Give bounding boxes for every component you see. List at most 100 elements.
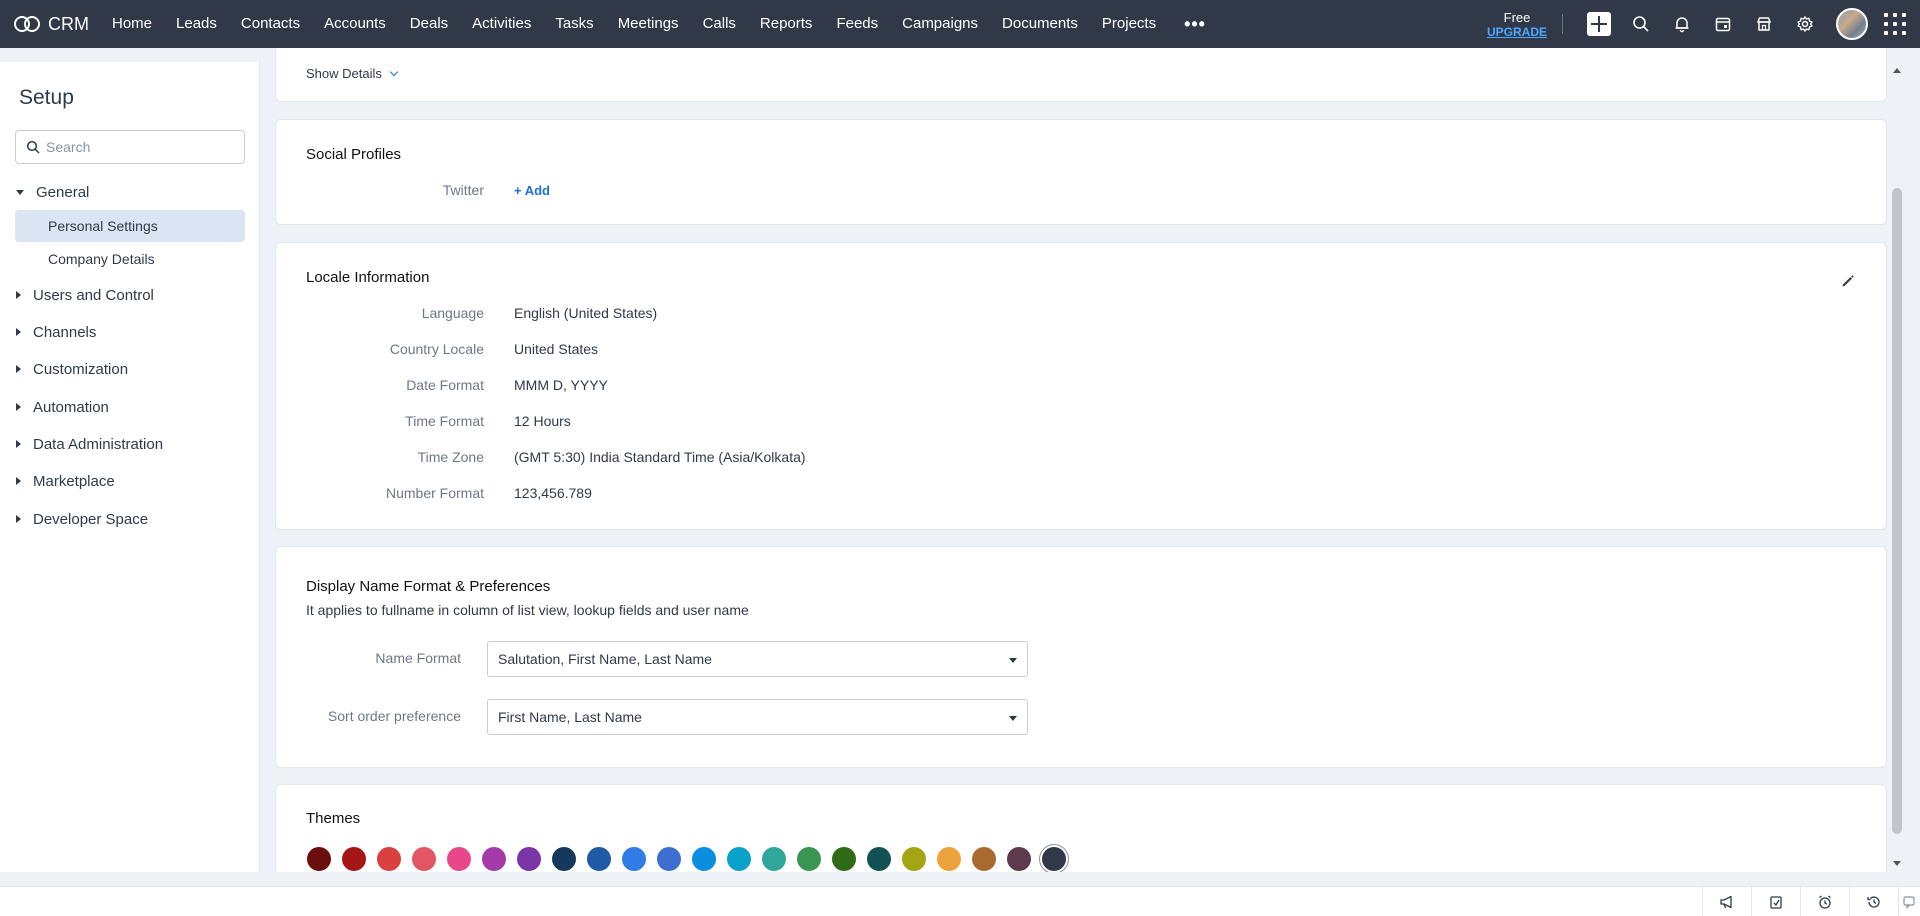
theme-swatch[interactable] [832,847,856,871]
theme-swatch[interactable] [587,847,611,871]
content-scrollbar[interactable] [1890,62,1904,872]
theme-swatch[interactable] [517,847,541,871]
chat-icon[interactable] [1898,887,1920,916]
time-format-value: 12 Hours [514,413,571,429]
theme-swatch[interactable] [1042,847,1066,871]
plan-label: Free [1503,9,1531,25]
setup-search[interactable] [15,130,245,164]
crm-logo-icon [14,16,40,32]
bottom-toolbar [0,886,1920,916]
app-name: CRM [48,13,89,34]
scroll-down-arrow-icon[interactable] [1893,861,1901,866]
nav-projects[interactable]: Projects [1090,0,1168,48]
sidebar-section-marketplace[interactable]: Marketplace [0,466,260,496]
nav-activities[interactable]: Activities [460,0,543,48]
name-format-select[interactable]: Salutation, First Name, Last Name [487,641,1028,677]
theme-swatch[interactable] [657,847,681,871]
show-details-toggle[interactable]: Show Details [306,66,399,81]
theme-swatch[interactable] [622,847,646,871]
theme-swatch[interactable] [867,847,891,871]
number-format-label: Number Format [385,485,484,501]
name-format-value: Salutation, First Name, Last Name [498,651,712,667]
sidebar-section-customization[interactable]: Customization [0,354,260,384]
app-switcher-icon[interactable] [1884,13,1906,35]
search-icon[interactable] [1631,14,1651,34]
sidebar-section-label: Data Administration [33,435,164,453]
create-new-icon[interactable] [1587,12,1611,36]
caret-right-icon [16,328,21,336]
sidebar-section-label: Automation [33,398,109,416]
notification-bell-icon[interactable] [1672,14,1692,34]
recent-items-icon[interactable] [1751,887,1800,916]
sort-order-label: Sort order preference [327,708,461,724]
sidebar-section-general[interactable]: General [0,177,260,207]
twitter-label: Twitter [442,182,484,198]
announcement-megaphone-icon[interactable] [1702,887,1751,916]
sidebar-section-data-administration[interactable]: Data Administration [0,429,260,459]
crm-logo[interactable]: CRM [0,0,100,48]
theme-swatch[interactable] [1007,847,1031,871]
theme-swatch[interactable] [447,847,471,871]
nav-accounts[interactable]: Accounts [312,0,398,48]
sidebar-section-channels[interactable]: Channels [0,317,260,347]
theme-swatch[interactable] [902,847,926,871]
sidebar-section-label: Users and Control [33,286,154,304]
upgrade-link[interactable]: UPGRADE [1482,25,1552,39]
caret-down-icon [16,189,24,195]
display-name-format-title: Display Name Format & Preferences [306,578,551,595]
name-format-label: Name Format [375,650,461,666]
sidebar-section-label: Developer Space [33,510,149,528]
more-modules-icon[interactable]: ••• [1168,0,1222,48]
gear-icon[interactable] [1795,14,1815,34]
sidebar-item-personal-settings[interactable]: Personal Settings [15,210,245,242]
sidebar-section-label: General [36,183,90,201]
sidebar-section-developer-space[interactable]: Developer Space [0,504,260,534]
sidebar-section-automation[interactable]: Automation [0,392,260,422]
scrollbar-thumb[interactable] [1892,188,1902,834]
theme-swatch[interactable] [412,847,436,871]
nav-tasks[interactable]: Tasks [543,0,605,48]
theme-swatch[interactable] [692,847,716,871]
nav-feeds[interactable]: Feeds [824,0,890,48]
sidebar-item-label: Personal Settings [48,218,158,234]
theme-swatch[interactable] [937,847,961,871]
nav-leads[interactable]: Leads [164,0,229,48]
theme-swatch[interactable] [307,847,331,871]
upgrade-box: Free UPGRADE [1482,10,1552,39]
theme-swatch[interactable] [762,847,786,871]
theme-swatch[interactable] [727,847,751,871]
search-icon [26,140,40,154]
sidebar-section-users-and-control[interactable]: Users and Control [0,280,260,310]
divider [1562,14,1563,34]
theme-swatch[interactable] [552,847,576,871]
sort-order-select[interactable]: First Name, Last Name [487,699,1028,735]
calendar-icon[interactable] [1713,14,1733,34]
nav-meetings[interactable]: Meetings [606,0,691,48]
nav-home[interactable]: Home [100,0,164,48]
nav-calls[interactable]: Calls [691,0,748,48]
nav-contacts[interactable]: Contacts [229,0,312,48]
setup-search-input[interactable] [46,139,236,155]
bottom-toolbar-icons [1702,887,1920,916]
nav-documents[interactable]: Documents [990,0,1090,48]
user-avatar[interactable] [1836,8,1868,40]
alarm-clock-icon[interactable] [1800,887,1849,916]
sidebar-item-company-details[interactable]: Company Details [15,243,245,275]
history-icon[interactable] [1849,887,1898,916]
caret-right-icon [16,403,21,411]
theme-swatch[interactable] [377,847,401,871]
scroll-up-arrow-icon[interactable] [1893,68,1901,73]
nav-deals[interactable]: Deals [398,0,460,48]
theme-swatch[interactable] [482,847,506,871]
theme-swatch[interactable] [797,847,821,871]
edit-pencil-icon[interactable] [1840,273,1856,289]
theme-swatch[interactable] [972,847,996,871]
marketplace-icon[interactable] [1754,14,1774,34]
theme-swatch[interactable] [342,847,366,871]
locale-information-title: Locale Information [306,269,430,286]
nav-campaigns[interactable]: Campaigns [890,0,990,48]
add-twitter-link[interactable]: + Add [514,183,550,198]
display-name-format-subtitle: It applies to fullname in column of list… [306,602,749,618]
nav-reports[interactable]: Reports [748,0,825,48]
date-format-value: MMM D, YYYY [514,377,608,393]
